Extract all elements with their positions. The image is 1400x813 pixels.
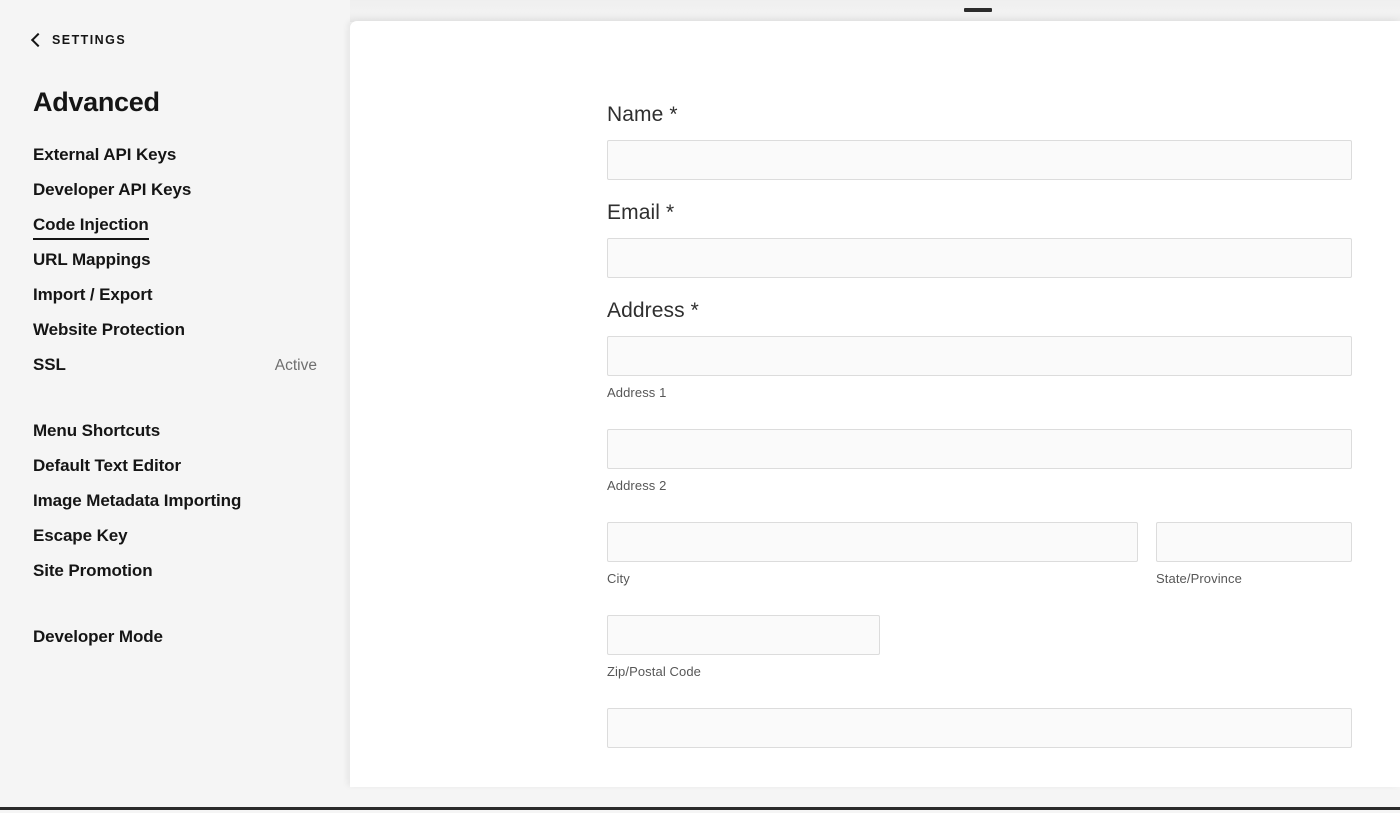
city-sub-label: City (607, 571, 630, 586)
sidebar-item-default-text-editor[interactable]: Default Text Editor (33, 455, 317, 490)
window-bottom-rule (0, 807, 1400, 810)
sidebar-item-label: Website Protection (33, 320, 185, 339)
field-zip-postal-code: Zip/Postal Code (607, 615, 880, 679)
sidebar-item-site-promotion[interactable]: Site Promotion (33, 560, 317, 595)
page-title: Advanced (33, 87, 160, 117)
panel-drag-handle[interactable] (963, 6, 993, 14)
sidebar-item-ssl[interactable]: SSL Active (33, 354, 317, 389)
sidebar-item-import-export[interactable]: Import / Export (33, 284, 317, 319)
sidebar-item-label: Developer API Keys (33, 180, 192, 199)
sidebar-item-label: URL Mappings (33, 250, 151, 269)
email-label: Email * (607, 201, 675, 224)
sidebar-item-developer-api-keys[interactable]: Developer API Keys (33, 179, 317, 214)
field-state-province: State/Province (1156, 522, 1352, 586)
contact-form: Name * Email * Address * Address 1 Addre… (607, 21, 1352, 787)
sidebar-item-code-injection[interactable]: Code Injection (33, 214, 317, 249)
sidebar-item-url-mappings[interactable]: URL Mappings (33, 249, 317, 284)
sidebar-group-developer: Developer Mode (33, 626, 317, 661)
drag-handle-icon (964, 8, 992, 12)
city-state-row: City State/Province (607, 522, 1352, 586)
field-country (607, 708, 1352, 748)
back-to-settings-label: SETTINGS (52, 33, 127, 47)
app-root: SETTINGS Advanced External API Keys Deve… (0, 0, 1400, 813)
sidebar-group-preferences: Menu Shortcuts Default Text Editor Image… (33, 420, 317, 595)
sidebar-item-label: Image Metadata Importing (33, 491, 242, 510)
state-province-input[interactable] (1156, 522, 1352, 562)
sidebar-item-escape-key[interactable]: Escape Key (33, 525, 317, 560)
city-input[interactable] (607, 522, 1138, 562)
sidebar-item-label: Default Text Editor (33, 456, 181, 475)
sidebar-item-developer-mode[interactable]: Developer Mode (33, 626, 317, 661)
sidebar-item-label: Import / Export (33, 285, 153, 304)
sidebar-item-label: SSL (33, 355, 66, 374)
sidebar-item-label: External API Keys (33, 145, 177, 164)
settings-sidebar: SETTINGS Advanced External API Keys Deve… (0, 0, 350, 807)
email-input[interactable] (607, 238, 1352, 278)
panel-top-chrome (350, 0, 1400, 22)
sidebar-item-label: Code Injection (33, 214, 149, 240)
country-input[interactable] (607, 708, 1352, 748)
address-line-1-sub-label: Address 1 (607, 385, 667, 400)
sidebar-item-label: Site Promotion (33, 561, 153, 580)
address-line-2-input[interactable] (607, 429, 1352, 469)
content-panel: Name * Email * Address * Address 1 Addre… (350, 21, 1400, 787)
sidebar-item-label: Menu Shortcuts (33, 421, 161, 440)
name-input[interactable] (607, 140, 1352, 180)
sidebar-item-label: Escape Key (33, 526, 128, 545)
sidebar-item-external-api-keys[interactable]: External API Keys (33, 144, 317, 179)
address-line-1-input[interactable] (607, 336, 1352, 376)
state-province-sub-label: State/Province (1156, 571, 1242, 586)
field-name: Name * (607, 103, 1352, 180)
zip-postal-code-sub-label: Zip/Postal Code (607, 664, 701, 679)
sidebar-item-image-metadata-importing[interactable]: Image Metadata Importing (33, 490, 317, 525)
field-city: City (607, 522, 1138, 586)
back-to-settings-button[interactable]: SETTINGS (30, 32, 317, 47)
address-label: Address * (607, 299, 699, 322)
name-label: Name * (607, 103, 678, 126)
field-address: Address * Address 1 Address 2 City State… (607, 299, 1352, 787)
ssl-status-badge: Active (274, 357, 317, 374)
sidebar-group-primary: External API Keys Developer API Keys Cod… (33, 144, 317, 389)
field-email: Email * (607, 201, 1352, 278)
zip-postal-code-input[interactable] (607, 615, 880, 655)
sidebar-item-label: Developer Mode (33, 627, 163, 646)
sidebar-item-menu-shortcuts[interactable]: Menu Shortcuts (33, 420, 317, 455)
address-line-2-sub-label: Address 2 (607, 478, 667, 493)
sidebar-item-website-protection[interactable]: Website Protection (33, 319, 317, 354)
chevron-left-icon (30, 32, 46, 47)
